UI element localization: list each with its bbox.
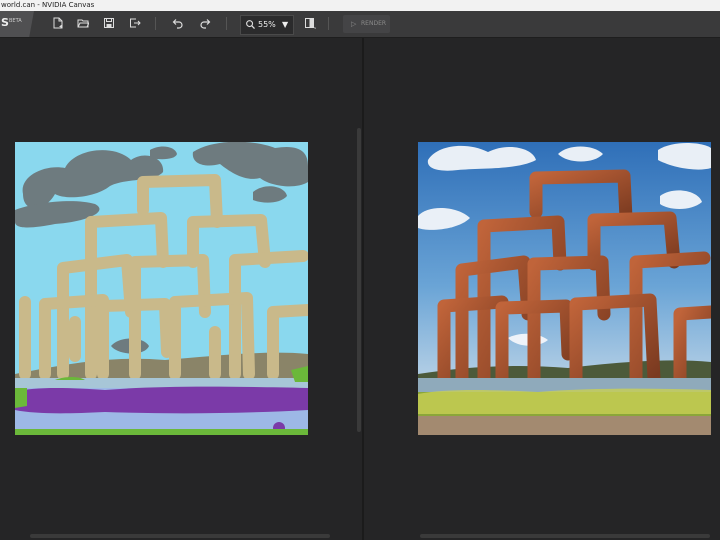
redo-icon [200, 19, 211, 29]
paint-canvas[interactable] [15, 142, 308, 435]
toolbar-separator [226, 17, 227, 30]
split-view-icon [305, 18, 316, 29]
rendered-image [418, 142, 711, 435]
open-folder-button[interactable] [76, 16, 90, 30]
export-button[interactable] [128, 16, 142, 30]
toolbar-separator [328, 17, 329, 30]
zoom-value: 55% [258, 20, 276, 29]
app-logo: S [1, 16, 9, 29]
window-title: world.can - NVIDIA Canvas [1, 1, 95, 9]
new-file-icon [53, 17, 63, 29]
render-button[interactable]: ▷ RENDER [343, 15, 390, 33]
new-file-button[interactable] [51, 16, 65, 30]
undo-button[interactable] [170, 16, 184, 30]
app-logo-tab[interactable]: S BETA [0, 11, 34, 37]
paint-panel [0, 38, 357, 540]
title-bar: world.can - NVIDIA Canvas [0, 0, 720, 11]
output-horizontal-scrollbar[interactable] [420, 534, 710, 538]
beta-badge: BETA [9, 18, 22, 24]
output-panel [364, 38, 720, 540]
play-icon: ▷ [351, 20, 357, 28]
compare-view-button[interactable] [303, 16, 317, 30]
chevron-down-icon: ▼ [282, 20, 289, 29]
export-icon [130, 18, 141, 28]
paint-horizontal-scrollbar[interactable] [30, 534, 330, 538]
vertical-scrollbar[interactable] [357, 128, 361, 432]
undo-icon [172, 19, 183, 29]
toolbar-separator [155, 17, 156, 30]
save-button[interactable] [102, 16, 116, 30]
zoom-dropdown[interactable]: 55% ▼ [240, 15, 294, 35]
save-icon [104, 18, 114, 28]
zoom-icon [246, 20, 255, 29]
folder-icon [77, 19, 89, 28]
redo-button[interactable] [199, 16, 213, 30]
render-label: RENDER [361, 20, 387, 27]
